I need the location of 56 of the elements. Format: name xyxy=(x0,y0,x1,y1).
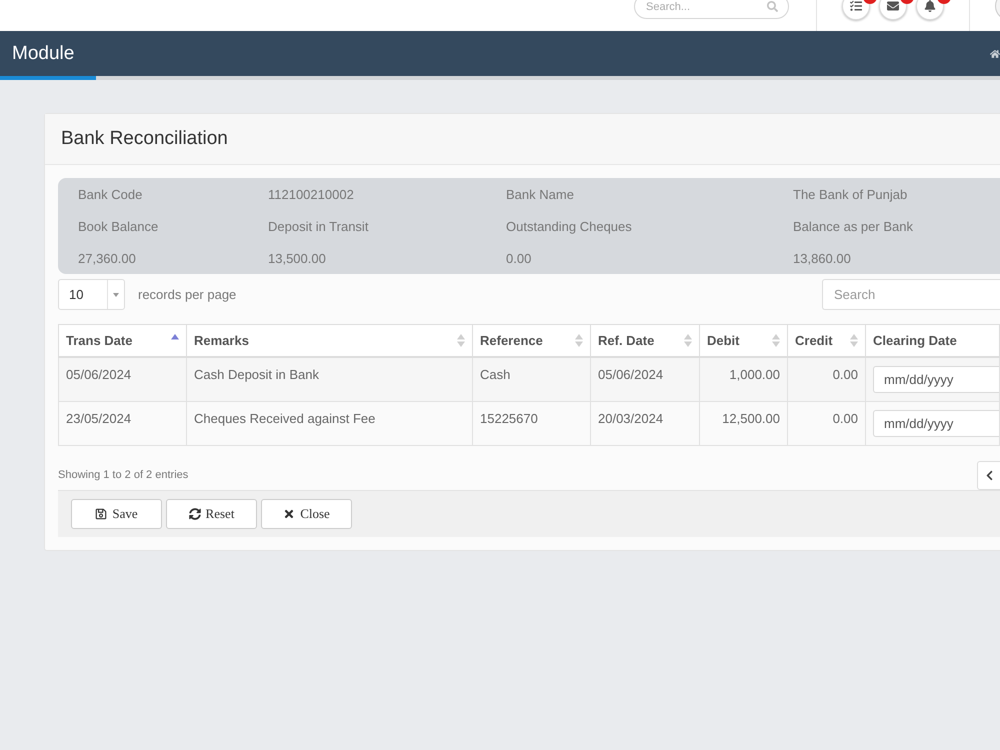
table-cell: 05/06/2024 xyxy=(58,356,186,401)
table-cell: Cash xyxy=(472,356,590,401)
summary-label: Book Balance xyxy=(78,218,158,234)
table-cell: 1,000.00 xyxy=(700,356,788,401)
column-header[interactable]: Remarks xyxy=(186,324,472,356)
chevron-left-icon xyxy=(984,470,994,480)
caret-icon xyxy=(113,292,119,296)
table-cell: 12,500.00 xyxy=(700,401,788,445)
summary-label: Deposit in Transit xyxy=(268,218,368,234)
table-cell: 0.00 xyxy=(788,356,866,401)
table-cell: 20/03/2024 xyxy=(590,401,700,445)
date-input-field[interactable]: mm/dd/yyyy xyxy=(873,366,1000,392)
column-header[interactable]: Trans Date xyxy=(58,324,186,356)
save-icon xyxy=(95,508,108,520)
close-icon xyxy=(283,508,296,520)
column-header[interactable]: Debit xyxy=(700,324,788,356)
summary-value: The Bank of Punjab xyxy=(793,186,908,202)
header-icon-button[interactable] xyxy=(879,0,907,20)
column-header[interactable]: Ref. Date xyxy=(590,324,700,356)
table-info-text: Showing 1 to 2 of 2 entries xyxy=(58,469,188,481)
list-icon xyxy=(850,0,862,12)
table-search-field[interactable]: Search xyxy=(822,279,1000,310)
search-icon xyxy=(767,1,778,12)
close-button[interactable]: Close xyxy=(261,498,352,528)
column-header[interactable]: Reference xyxy=(472,324,590,356)
table-cell: 0.00 xyxy=(788,401,866,445)
summary-value: 27,360.00 xyxy=(78,250,136,266)
table-cell: Cash Deposit in Bank xyxy=(186,356,472,401)
summary-value: 112100210002 xyxy=(268,186,354,202)
page-size-select[interactable]: 10 xyxy=(58,279,125,310)
header-icon-button[interactable] xyxy=(842,0,870,20)
reset-button[interactable]: Reset xyxy=(166,498,257,528)
module-title: Module xyxy=(12,42,74,64)
table-cell: 23/05/2024 xyxy=(58,401,186,445)
summary-value: 13,500.00 xyxy=(268,250,326,266)
column-header[interactable]: Credit xyxy=(788,324,866,356)
summary-value: 0.00 xyxy=(506,250,532,266)
page-size-label: records per page xyxy=(138,287,236,302)
save-button[interactable]: Save xyxy=(71,498,162,528)
card-title: Bank Reconciliation xyxy=(61,128,228,150)
mail-icon xyxy=(887,0,899,12)
summary-value: 13,860.00 xyxy=(793,250,851,266)
summary-label: Outstanding Cheques xyxy=(506,218,632,234)
bell-icon xyxy=(924,0,936,12)
summary-label: Bank Code xyxy=(78,186,142,202)
refresh-icon xyxy=(188,508,201,520)
date-input-field[interactable]: mm/dd/yyyy xyxy=(873,410,1000,436)
table-cell: Cheques Received against Fee xyxy=(186,401,472,445)
table-cell: 05/06/2024 xyxy=(590,356,700,401)
table-cell: 15225670 xyxy=(472,401,590,445)
summary-label: Balance as per Bank xyxy=(793,218,913,234)
search-field[interactable]: Search... xyxy=(634,0,789,19)
header-icon-button[interactable] xyxy=(916,0,944,20)
summary-label: Bank Name xyxy=(506,186,574,202)
previous-page-button[interactable] xyxy=(977,460,1000,490)
column-header[interactable]: Clearing Date xyxy=(866,324,1000,356)
